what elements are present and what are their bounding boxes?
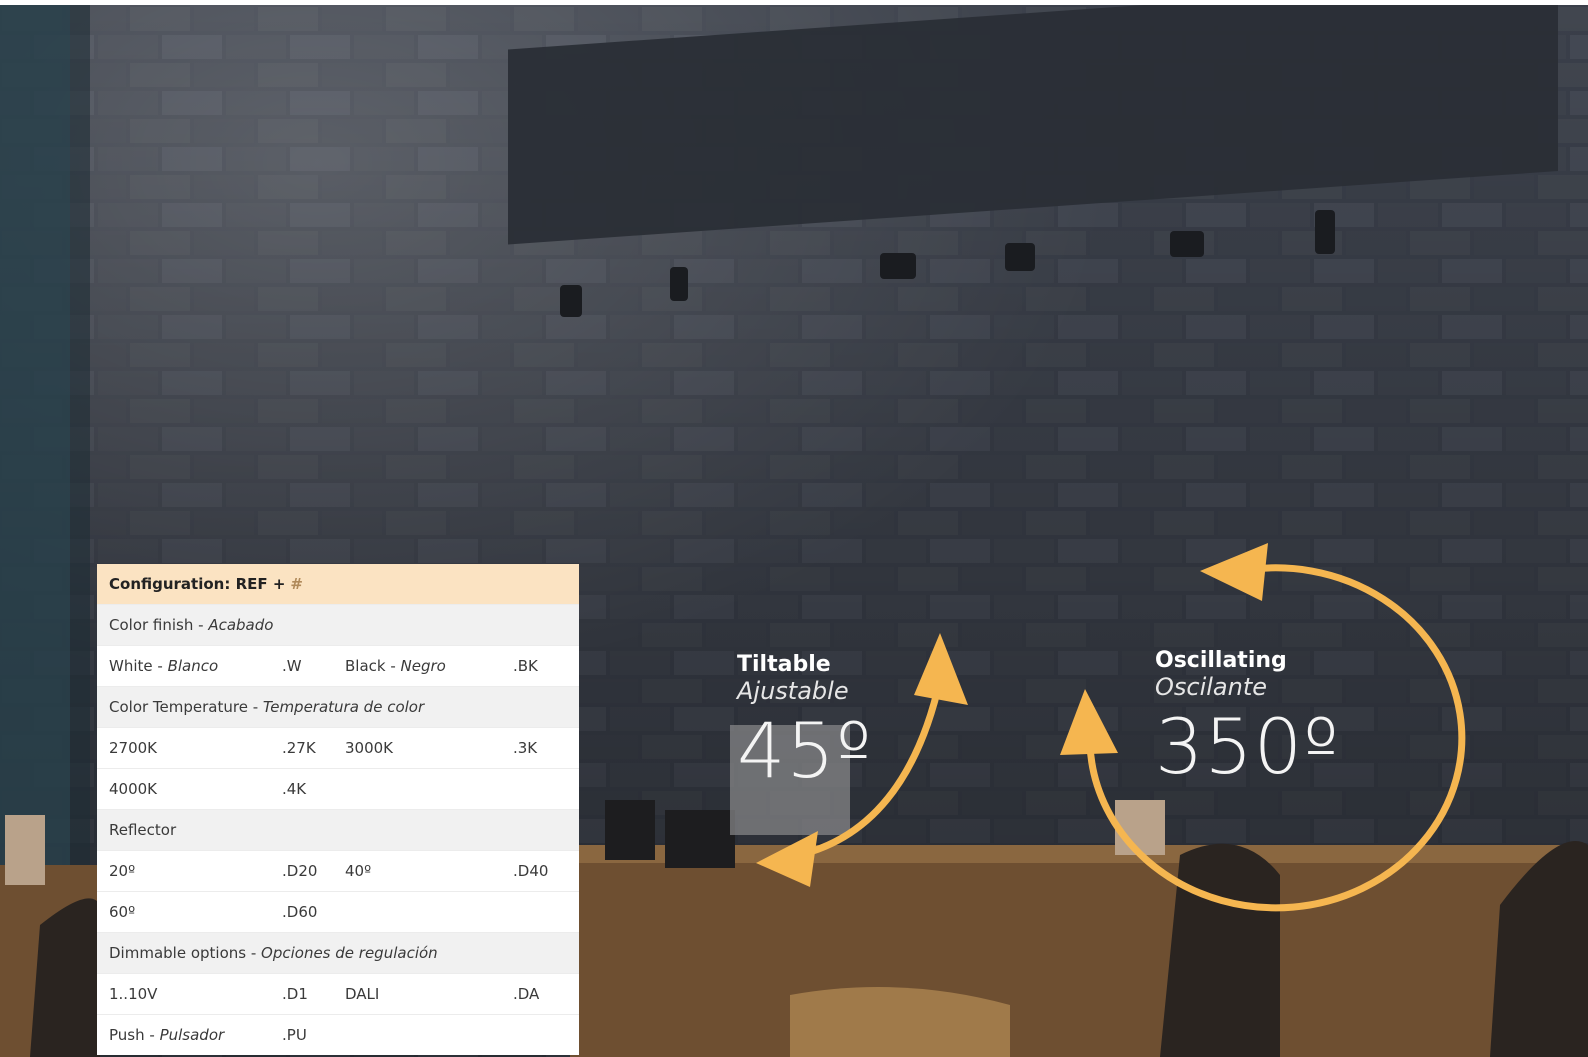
configuration-title: Configuration: REF + (109, 575, 286, 593)
option-label: 1..10V (109, 985, 158, 1003)
table-row: 20º .D20 40º .D40 (97, 850, 579, 891)
option-code: .3K (513, 739, 538, 757)
section-name: Reflector (109, 821, 177, 839)
oscillating-title: Oscillating (1155, 648, 1287, 673)
section-color-finish: Color finish - Acabado (97, 604, 579, 645)
configuration-table: Configuration: REF + # Color finish - Ac… (97, 564, 579, 1055)
oscillating-angle: 350º (1155, 702, 1340, 791)
table-row: White - Blanco .W Black - Negro .BK (97, 645, 579, 686)
option-code: .BK (513, 657, 538, 675)
section-name-es: Acabado (208, 616, 274, 634)
section-name: Color finish (109, 616, 194, 634)
option-label: DALI (345, 985, 380, 1003)
option-label: 2700K (109, 739, 158, 757)
option-code: .27K (282, 739, 316, 757)
option-code: .D20 (282, 862, 318, 880)
option-code: .D1 (282, 985, 308, 1003)
option-code: .DA (513, 985, 540, 1003)
option-code: .4K (282, 780, 307, 798)
table-row: 1..10V .D1 DALI .DA (97, 973, 579, 1014)
option-label: White - Blanco (109, 657, 219, 675)
configuration-hash: # (290, 575, 303, 593)
table-row: 4000K .4K (97, 768, 579, 809)
section-name: Dimmable options (109, 944, 247, 962)
section-name-es: Opciones de regulación (261, 944, 438, 962)
table-row: 60º .D60 (97, 891, 579, 932)
configuration-header: Configuration: REF + # (97, 564, 579, 604)
option-label: 4000K (109, 780, 158, 798)
option-label: Push - Pulsador (109, 1026, 225, 1044)
option-label: Black - Negro (345, 657, 446, 675)
option-code: .D40 (513, 862, 549, 880)
section-name-es: Temperatura de color (262, 698, 425, 716)
tiltable-label: Tiltable Ajustable 45º (737, 652, 873, 789)
option-label: 60º (109, 903, 136, 921)
option-code: .PU (282, 1026, 307, 1044)
tiltable-title: Tiltable (737, 652, 831, 677)
oscillating-label: Oscillating Oscilante 350º (1155, 648, 1340, 785)
section-name: Color Temperature (109, 698, 248, 716)
option-label: 40º (345, 862, 372, 880)
section-dimmable-options: Dimmable options - Opciones de regulació… (97, 932, 579, 973)
table-row: 2700K .27K 3000K .3K (97, 727, 579, 768)
oscillating-subtitle: Oscilante (1155, 673, 1268, 701)
section-color-temperature: Color Temperature - Temperatura de color (97, 686, 579, 727)
tiltable-angle: 45º (737, 706, 873, 795)
option-code: .W (282, 657, 302, 675)
section-reflector: Reflector (97, 809, 579, 850)
option-label: 20º (109, 862, 136, 880)
table-row: Push - Pulsador .PU (97, 1014, 579, 1055)
option-code: .D60 (282, 903, 318, 921)
tiltable-subtitle: Ajustable (737, 677, 849, 705)
option-label: 3000K (345, 739, 394, 757)
